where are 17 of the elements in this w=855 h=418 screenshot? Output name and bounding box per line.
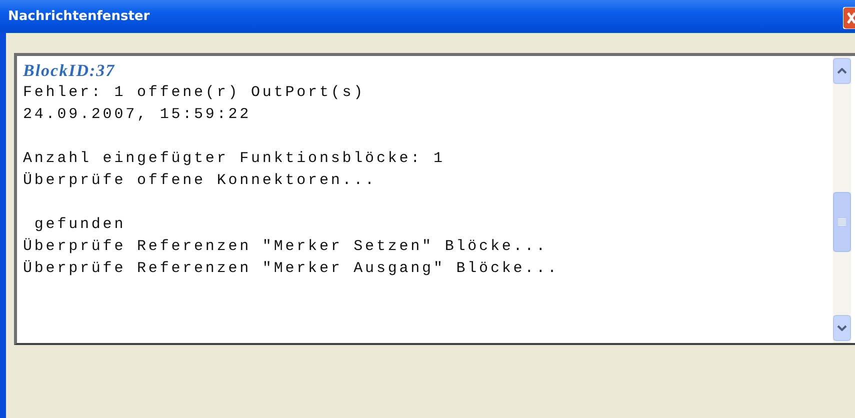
vertical-scrollbar[interactable] [833, 56, 851, 343]
window-title: Nachrichtenfenster [7, 9, 150, 24]
log-line: Überprüfe Referenzen "Merker Ausgang" Blöcke... [23, 259, 560, 279]
block-id-heading: BlockID:37 [23, 60, 116, 82]
scroll-down-button[interactable] [833, 315, 851, 341]
log-line: Überprüfe Referenzen "Merker Setzen" Blöcke... [23, 237, 548, 257]
log-line: gefunden [33, 215, 127, 235]
grip-icon [838, 218, 846, 226]
log-line: Fehler: 1 offene(r) OutPort(s) [23, 83, 366, 103]
scroll-thumb[interactable] [833, 192, 851, 252]
chevron-down-icon [837, 325, 847, 331]
log-line: 24.09.2007, 15:59:22 [23, 105, 252, 125]
close-icon[interactable] [843, 6, 855, 28]
chevron-up-icon [837, 68, 847, 74]
scroll-up-button[interactable] [833, 58, 851, 84]
log-line: Überprüfe offene Konnektoren... [23, 171, 378, 191]
log-line: Anzahl eingefügter Funktionsblöcke: 1 [23, 149, 446, 169]
